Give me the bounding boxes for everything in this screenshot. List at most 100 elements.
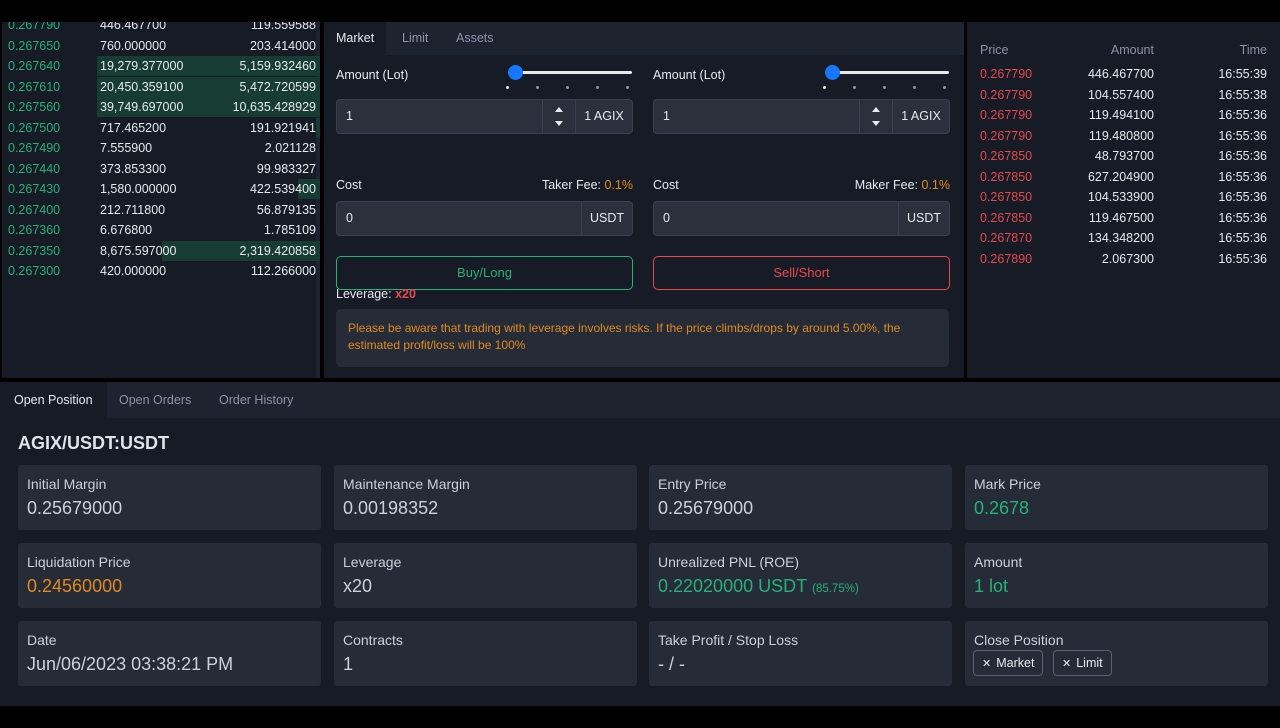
card-label: Mark Price [974, 476, 1041, 492]
order-book-total: 203.414000 [249, 38, 316, 53]
sell-cost-unit: USDT [898, 202, 949, 235]
leverage-value: x20 [395, 287, 416, 301]
card-entry-price: Entry Price 0.25679000 [649, 465, 952, 530]
order-book-row[interactable]: 0.267560 39,749.697000 10,635.428929 [2, 97, 320, 117]
sell-cost-input[interactable]: 0 USDT [653, 201, 950, 236]
close-market-label: Market [996, 656, 1035, 670]
close-limit-label: Limit [1076, 656, 1103, 670]
trade-price: 0.267790 [980, 108, 1033, 122]
order-book-total: 99.983327 [256, 161, 316, 176]
close-icon: ✕ [1062, 658, 1072, 670]
roe-value: (85.75%) [812, 583, 859, 595]
buy-cost-input[interactable]: 0 USDT [336, 201, 633, 236]
card-maintenance-margin: Maintenance Margin 0.00198352 [334, 465, 637, 530]
card-label: Liquidation Price [27, 554, 131, 570]
card-label: Date [27, 632, 57, 648]
trade-time: 16:55:36 [1218, 169, 1267, 184]
buy-amount-input[interactable]: 1 1 AGIX [336, 99, 633, 134]
order-book-total: 2.021128 [264, 141, 316, 155]
order-book-row[interactable]: 0.267490 7.555900 2.021128 [2, 138, 320, 158]
trade-row: 0.267850 104.533900 16:55:36 [967, 187, 1280, 207]
buy-amount-stepper[interactable] [542, 100, 576, 133]
card-take-profit-stop-loss: Take Profit / Stop Loss - / - [649, 621, 952, 686]
trade-amount: 48.793700 [1094, 149, 1154, 163]
trade-time: 16:55:39 [1218, 67, 1267, 81]
card-label: Contracts [343, 632, 403, 648]
order-book-amount: 717.465200 [100, 120, 167, 135]
order-book-row[interactable]: 0.267640 19,279.377000 5,159.932460 [2, 56, 320, 76]
bottom-black-bar [0, 706, 1280, 728]
recent-trades: Price Amount Time 0.267790 446.467700 16:5… [967, 22, 1280, 378]
sell-cost-label: Cost [653, 178, 679, 192]
sell-short-button[interactable]: Sell/Short [653, 256, 950, 290]
trade-time: 16:55:36 [1218, 108, 1267, 122]
order-book-row[interactable]: 0.267350 8,675.597000 2,319.420858 [2, 240, 320, 261]
slider-mark [536, 86, 539, 89]
buy-long-button[interactable]: Buy/Long [336, 256, 633, 290]
close-market-button[interactable]: ✕ Market [973, 650, 1044, 676]
order-book-amount: 420.000000 [100, 264, 167, 278]
order-book-price: 0.267430 [8, 182, 61, 196]
order-book-row[interactable]: 0.267790 446.467700 119.559588 [2, 22, 320, 35]
card-label: Take Profit / Stop Loss [658, 632, 799, 648]
order-book-amount: 6.676800 [100, 223, 153, 237]
tab-assets[interactable]: Assets [444, 22, 506, 55]
order-book-row[interactable]: 0.267610 20,450.359100 5,472.720599 [2, 76, 320, 97]
order-book-price: 0.267360 [8, 223, 61, 237]
order-book-row[interactable]: 0.267650 760.000000 203.414000 [2, 36, 320, 56]
order-book-total: 5,159.932460 [239, 59, 316, 73]
leverage-info: Leverage: x20 [336, 287, 416, 301]
trade-panel: Market Limit Assets Amount (Lot) 1 1 AGI… [324, 22, 964, 378]
sell-amount-slider[interactable] [823, 63, 949, 89]
trade-row: 0.267790 446.467700 16:55:39 [967, 64, 1280, 84]
tab-order-history[interactable]: Order History [205, 382, 307, 418]
position-symbol: AGIX/USDT:USDT [18, 433, 170, 453]
order-book-row[interactable]: 0.267300 420.000000 112.266000 [2, 261, 320, 281]
trade-row: 0.267850 119.467500 16:55:36 [967, 208, 1280, 228]
chevron-down-icon[interactable] [555, 121, 563, 126]
trade-row: 0.267850 627.204900 16:55:36 [967, 167, 1280, 187]
order-book-price: 0.267790 [8, 22, 61, 32]
tab-open-orders[interactable]: Open Orders [105, 382, 205, 418]
trade-price: 0.267850 [980, 210, 1033, 225]
taker-fee-pct: 0.1% [604, 178, 634, 192]
order-book-total: 191.921941 [249, 120, 316, 135]
order-book-total: 10,635.428929 [232, 100, 316, 114]
trade-amount: 119.467500 [1088, 210, 1154, 225]
chevron-down-icon[interactable] [872, 121, 880, 126]
card-leverage: Leverage x20 [334, 543, 637, 608]
tab-market[interactable]: Market [324, 22, 387, 55]
order-book-price: 0.267400 [8, 202, 61, 217]
order-book-total: 1.785109 [263, 223, 316, 237]
slider-mark [566, 86, 569, 89]
chevron-up-icon[interactable] [872, 107, 880, 112]
slider-knob[interactable] [508, 65, 523, 80]
order-book-row[interactable]: 0.267500 717.465200 191.921941 [2, 117, 320, 138]
slider-mark [943, 86, 946, 89]
tab-open-position[interactable]: Open Position [0, 382, 107, 418]
leverage-label: Leverage: [336, 287, 392, 301]
card-label: Maintenance Margin [343, 476, 470, 492]
card-value: 0.25679000 [27, 498, 123, 518]
order-book-total: 2,319.420858 [239, 243, 316, 258]
order-book-total: 56.879135 [256, 202, 316, 217]
close-limit-button[interactable]: ✕ Limit [1053, 650, 1112, 676]
chevron-up-icon[interactable] [555, 107, 563, 112]
slider-knob[interactable] [825, 65, 840, 80]
buy-amount-slider[interactable] [506, 63, 632, 89]
order-book-row[interactable]: 0.267440 373.853300 99.983327 [2, 159, 320, 179]
slider-mark [823, 86, 826, 89]
order-book-row[interactable]: 0.267430 1,580.000000 422.539400 [2, 179, 320, 199]
sell-amount-input[interactable]: 1 1 AGIX [653, 99, 950, 134]
tab-limit[interactable]: Limit [390, 22, 440, 55]
card-date: Date Jun/06/2023 03:38:21 PM [18, 621, 321, 686]
trade-price: 0.267790 [980, 67, 1033, 81]
order-book-row[interactable]: 0.267400 212.711800 56.879135 [2, 200, 320, 220]
close-icon: ✕ [982, 658, 992, 670]
card-label: Unrealized PNL (ROE) [658, 554, 800, 570]
order-book-row[interactable]: 0.267360 6.676800 1.785109 [2, 220, 320, 240]
trade-amount: 104.533900 [1087, 190, 1154, 204]
trade-time: 16:55:36 [1218, 210, 1267, 225]
sell-amount-stepper[interactable] [859, 100, 893, 133]
card-value: 0.00198352 [343, 498, 439, 518]
